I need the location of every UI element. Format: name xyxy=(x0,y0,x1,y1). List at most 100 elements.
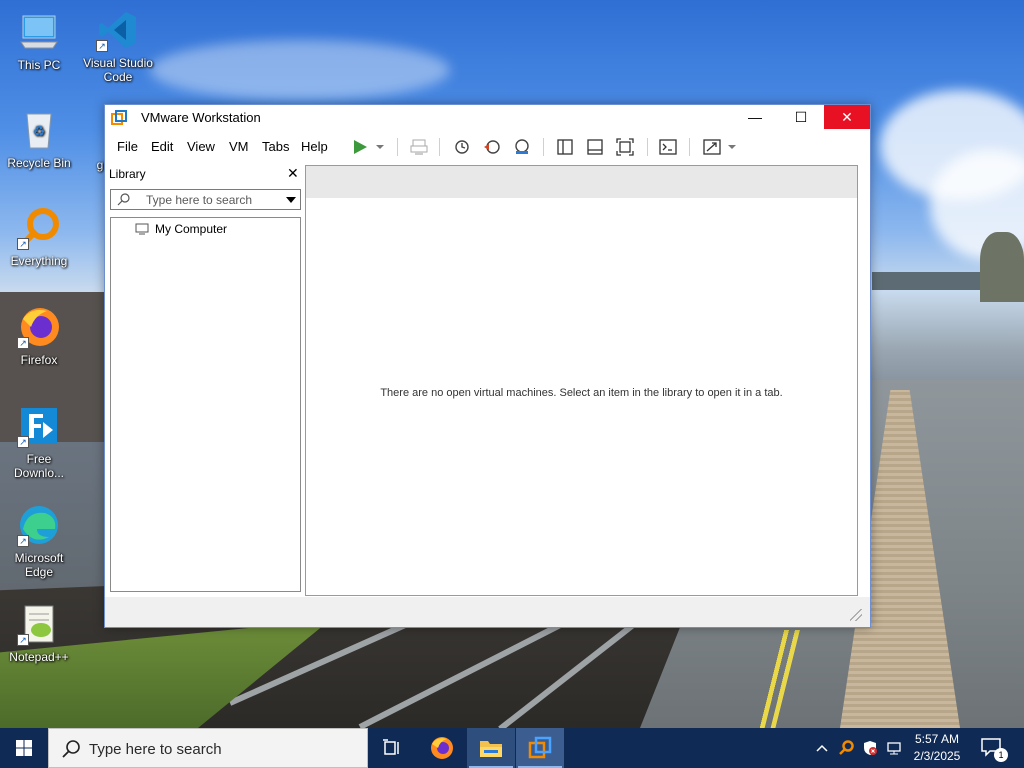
vmware-workstation-window: VMware Workstation — ☐ ✕ File Edit View … xyxy=(104,104,871,628)
vscode-icon: ↗ xyxy=(96,8,140,52)
desktop-icon-label: Visual Studio Code xyxy=(83,56,153,84)
taskbar-firefox[interactable] xyxy=(418,728,466,768)
tray-everything[interactable] xyxy=(836,728,856,768)
everything-search-icon: ↗ xyxy=(17,206,61,250)
vmware-workstation-icon xyxy=(528,736,552,759)
desktop-icon-this-pc[interactable]: This PC xyxy=(1,10,77,72)
firefox-icon: ↗ xyxy=(17,305,61,349)
snapshot-button[interactable] xyxy=(451,136,473,158)
menu-help[interactable]: Help xyxy=(301,139,328,154)
minimize-button[interactable]: — xyxy=(732,105,778,129)
thumbnail-bar-button[interactable] xyxy=(584,136,606,158)
desktop-icon-partial[interactable]: gi xyxy=(66,158,106,172)
notification-count-badge: 1 xyxy=(994,748,1008,762)
maximize-button[interactable]: ☐ xyxy=(778,105,824,129)
taskbar-search-box[interactable]: Type here to search xyxy=(48,728,368,768)
shortcut-arrow-icon: ↗ xyxy=(96,40,108,52)
wallpaper-trees xyxy=(980,232,1024,302)
svg-text:♻: ♻ xyxy=(33,124,46,140)
library-pane: Library ✕ Type here to search My Compute… xyxy=(107,163,303,593)
library-tree: My Computer xyxy=(110,217,301,592)
toolbar-separator xyxy=(647,138,648,156)
revert-snapshot-button[interactable] xyxy=(481,136,503,158)
monitor-icon xyxy=(135,223,149,235)
task-view-button[interactable] xyxy=(368,728,416,768)
full-screen-icon xyxy=(616,138,634,156)
desktop-icon-everything[interactable]: ↗ Everything xyxy=(1,206,77,268)
library-close-icon[interactable]: ✕ xyxy=(287,165,299,182)
menu-vm[interactable]: VM xyxy=(229,139,249,154)
wallpaper-cloud xyxy=(150,40,450,100)
start-button[interactable] xyxy=(0,728,48,768)
desktop-icon-label: Free Downlo... xyxy=(13,452,65,480)
menu-edit[interactable]: Edit xyxy=(151,139,173,154)
taskbar-vmware-workstation[interactable] xyxy=(516,728,564,768)
snapshot-manager-icon xyxy=(515,139,529,154)
tree-item-my-computer[interactable]: My Computer xyxy=(135,222,227,236)
minimize-icon: — xyxy=(748,109,762,125)
vmware-app-icon xyxy=(111,110,127,126)
desktop-icon-free-download-manager[interactable]: ↗ Free Downlo... xyxy=(1,404,77,480)
desktop-icon-label: Everything xyxy=(10,254,68,268)
search-icon xyxy=(117,193,130,206)
clock-date: 2/3/2025 xyxy=(913,749,961,763)
shortcut-arrow-icon: ↗ xyxy=(17,634,29,646)
show-hidden-icons-button[interactable] xyxy=(812,728,832,768)
dropdown-arrow-icon xyxy=(376,145,384,149)
library-search-placeholder: Type here to search xyxy=(146,193,253,207)
tray-security[interactable] xyxy=(860,728,880,768)
close-button[interactable]: ✕ xyxy=(824,105,870,129)
desktop-icon-vscode[interactable]: ↗ Visual Studio Code xyxy=(80,8,156,84)
send-ctrl-alt-del-icon xyxy=(410,139,428,155)
this-pc-icon xyxy=(17,10,61,54)
library-title: Library xyxy=(109,167,146,181)
power-dropdown-button[interactable] xyxy=(373,136,387,158)
snapshot-manager-button[interactable] xyxy=(511,136,533,158)
stretch-dropdown-button[interactable] xyxy=(725,136,739,158)
toolbar-separator xyxy=(689,138,690,156)
task-view-icon xyxy=(383,739,399,755)
power-on-button[interactable] xyxy=(349,136,371,158)
desktop-icon-edge[interactable]: ↗ Microsoft Edge xyxy=(1,503,77,579)
desktop-icon-label: gi xyxy=(96,158,106,172)
console-view-button[interactable] xyxy=(657,136,679,158)
unity-button[interactable] xyxy=(701,136,723,158)
main-pane: There are no open virtual machines. Sele… xyxy=(305,165,858,596)
tree-item-label: My Computer xyxy=(155,222,228,236)
edge-icon: ↗ xyxy=(17,503,61,547)
desktop-icon-firefox[interactable]: ↗ Firefox xyxy=(1,305,77,367)
snapshot-icon xyxy=(455,140,469,154)
free-download-manager-icon: ↗ xyxy=(17,404,61,448)
network-icon xyxy=(887,742,901,755)
recycle-bin-icon: ♻ xyxy=(17,108,61,152)
maximize-icon: ☐ xyxy=(794,108,808,125)
taskbar-file-explorer[interactable] xyxy=(467,728,515,768)
stretch-dropdown-icon xyxy=(728,145,736,149)
power-on-icon xyxy=(354,140,367,154)
menu-file[interactable]: File xyxy=(117,139,138,154)
toolbar-separator xyxy=(397,138,398,156)
clock-time: 5:57 AM xyxy=(914,732,960,746)
taskbar: Type here to search 5:57 AM 2/3/2025 1 xyxy=(0,728,1024,768)
library-view-button[interactable] xyxy=(554,136,576,158)
send-ctrl-alt-del-button[interactable] xyxy=(407,136,431,158)
library-search-input[interactable]: Type here to search xyxy=(110,189,301,210)
menu-toolbar-bar: File Edit View VM Tabs Help xyxy=(105,131,870,161)
search-dropdown-icon[interactable] xyxy=(286,197,296,203)
thumbnail-bar-icon xyxy=(587,139,603,155)
menu-tabs[interactable]: Tabs xyxy=(262,139,289,154)
desktop-icon-notepad-plus-plus[interactable]: ↗ Notepad++ xyxy=(1,602,77,664)
shortcut-arrow-icon: ↗ xyxy=(17,238,29,250)
security-shield-icon xyxy=(864,741,877,755)
tray-network[interactable] xyxy=(884,728,904,768)
title-bar[interactable]: VMware Workstation — ☐ ✕ xyxy=(105,105,870,131)
empty-state-message: There are no open virtual machines. Sele… xyxy=(380,387,783,399)
menu-view[interactable]: View xyxy=(187,139,215,154)
shortcut-arrow-icon: ↗ xyxy=(17,535,29,547)
resize-grip-icon[interactable] xyxy=(850,609,862,621)
status-bar xyxy=(105,597,870,627)
revert-snapshot-icon xyxy=(484,140,500,154)
library-view-icon xyxy=(557,139,573,155)
full-screen-button[interactable] xyxy=(614,136,636,158)
system-clock[interactable]: 5:57 AM 2/3/2025 xyxy=(906,731,968,765)
